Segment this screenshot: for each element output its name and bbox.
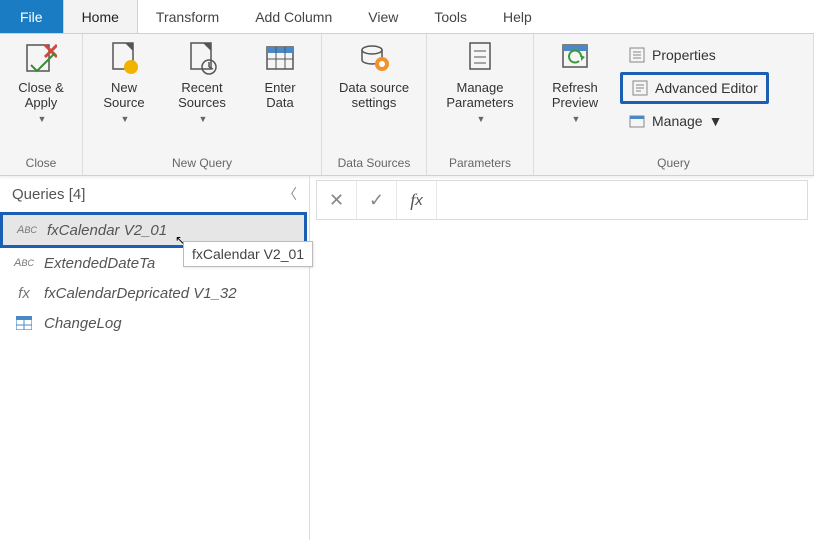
ribbon: Close & Apply ▼ Close New Source ▼ Recen…: [0, 34, 814, 176]
query-item-fxcalendardeprecated[interactable]: fx fxCalendarDepricated V1_32: [0, 278, 309, 308]
dropdown-caret-icon: ▼: [709, 113, 723, 129]
close-apply-icon: [25, 40, 57, 76]
data-source-settings-label: Data source settings: [339, 80, 409, 110]
close-apply-label: Close & Apply: [18, 80, 64, 110]
advanced-editor-label: Advanced Editor: [655, 80, 758, 96]
refresh-preview-label: Refresh Preview: [552, 80, 598, 110]
queries-header: Queries [4] 〈: [0, 176, 309, 212]
query-name: fxCalendar V2_01: [47, 222, 167, 239]
formula-bar: ✕ ✓ fx: [316, 180, 808, 220]
tooltip: fxCalendar V2_01: [183, 241, 313, 267]
commit-formula-button[interactable]: ✓: [357, 181, 397, 219]
queries-pane: Queries [4] 〈 ABC fxCalendar V2_01 ↖ fxC…: [0, 176, 310, 540]
group-close: Close & Apply ▼ Close: [0, 34, 83, 175]
refresh-preview-icon: [559, 40, 591, 76]
data-source-settings-icon: [358, 40, 390, 76]
refresh-preview-button[interactable]: Refresh Preview ▼: [542, 40, 608, 124]
formula-area: ✕ ✓ fx: [310, 176, 814, 540]
text-type-icon: ABC: [17, 221, 37, 239]
new-source-button[interactable]: New Source ▼: [91, 40, 157, 124]
group-close-label: Close: [8, 153, 74, 173]
recent-sources-label: Recent Sources: [178, 80, 226, 110]
manage-parameters-icon: [464, 40, 496, 76]
dropdown-caret-icon: ▼: [199, 114, 208, 124]
queries-header-label: Queries [4]: [12, 186, 85, 203]
new-source-label: New Source: [103, 80, 144, 110]
cancel-formula-button[interactable]: ✕: [317, 181, 357, 219]
query-name: ChangeLog: [44, 315, 122, 332]
tab-view[interactable]: View: [350, 0, 416, 33]
enter-data-label: Enter Data: [264, 80, 295, 110]
properties-icon: [628, 46, 646, 64]
tab-home[interactable]: Home: [63, 0, 138, 33]
group-new-query-label: New Query: [91, 153, 313, 173]
text-type-icon: ABC: [14, 254, 34, 272]
query-item-fxcalendar[interactable]: ABC fxCalendar V2_01 ↖ fxCalendar V2_01: [0, 212, 307, 248]
recent-sources-button[interactable]: Recent Sources ▼: [169, 40, 235, 124]
query-item-changelog[interactable]: ChangeLog: [0, 308, 309, 338]
tab-tools[interactable]: Tools: [416, 0, 485, 33]
group-data-sources: Data source settings Data Sources: [322, 34, 427, 175]
manage-button[interactable]: Manage ▼: [620, 108, 769, 134]
tab-file[interactable]: File: [0, 0, 63, 33]
formula-input[interactable]: [437, 181, 807, 219]
tab-transform[interactable]: Transform: [138, 0, 237, 33]
query-name: ExtendedDateTa: [44, 255, 155, 272]
dropdown-caret-icon: ▼: [38, 114, 47, 124]
tab-add-column[interactable]: Add Column: [237, 0, 350, 33]
dropdown-caret-icon: ▼: [572, 114, 581, 124]
data-source-settings-button[interactable]: Data source settings: [330, 40, 418, 110]
manage-label: Manage: [652, 113, 703, 129]
recent-sources-icon: [186, 40, 218, 76]
manage-icon: [628, 112, 646, 130]
close-apply-button[interactable]: Close & Apply ▼: [8, 40, 74, 124]
advanced-editor-button[interactable]: Advanced Editor: [620, 72, 769, 104]
group-new-query: New Source ▼ Recent Sources ▼ Enter Data…: [83, 34, 322, 175]
tab-help[interactable]: Help: [485, 0, 550, 33]
content-area: Queries [4] 〈 ABC fxCalendar V2_01 ↖ fxC…: [0, 176, 814, 540]
group-data-sources-label: Data Sources: [330, 153, 418, 173]
manage-parameters-button[interactable]: Manage Parameters ▼: [435, 40, 525, 124]
new-source-icon: [108, 40, 140, 76]
group-query-label: Query: [542, 153, 805, 173]
properties-label: Properties: [652, 47, 716, 63]
query-name: fxCalendarDepricated V1_32: [44, 285, 237, 302]
group-parameters-label: Parameters: [435, 153, 525, 173]
advanced-editor-icon: [631, 79, 649, 97]
properties-button[interactable]: Properties: [620, 42, 769, 68]
dropdown-caret-icon: ▼: [477, 114, 486, 124]
ribbon-tabs: File Home Transform Add Column View Tool…: [0, 0, 814, 34]
dropdown-caret-icon: ▼: [121, 114, 130, 124]
enter-data-icon: [264, 40, 296, 76]
collapse-pane-icon[interactable]: 〈: [283, 184, 297, 204]
fx-icon[interactable]: fx: [397, 181, 437, 219]
enter-data-button[interactable]: Enter Data: [247, 40, 313, 110]
table-icon: [14, 314, 34, 332]
function-icon: fx: [14, 284, 34, 302]
manage-parameters-label: Manage Parameters: [446, 80, 513, 110]
group-query: Refresh Preview ▼ Properties Advanced Ed…: [534, 34, 814, 175]
group-parameters: Manage Parameters ▼ Parameters: [427, 34, 534, 175]
